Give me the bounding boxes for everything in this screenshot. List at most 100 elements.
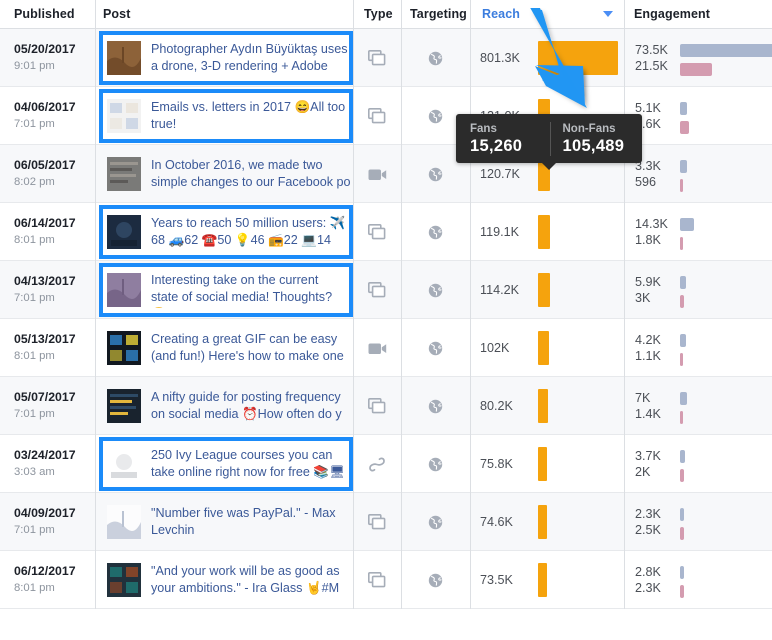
engagement-secondary-bar[interactable]	[680, 295, 684, 308]
engagement-cell[interactable]: 3.3K 596	[624, 145, 772, 203]
engagement-secondary-bar[interactable]	[680, 353, 683, 366]
reach-bar[interactable]	[538, 505, 547, 539]
column-header-type[interactable]: Type	[364, 0, 393, 28]
post-thumbnail[interactable]	[107, 273, 141, 307]
reach-bar[interactable]	[538, 447, 547, 481]
reach-bar[interactable]	[538, 41, 618, 75]
table-row[interactable]: 05/07/2017 7:01 pm A nifty guide for pos…	[0, 377, 772, 435]
reach-cell[interactable]: 73.5K	[470, 551, 624, 609]
post-message[interactable]: Photographer Aydın Büyüktaş uses a drone…	[151, 41, 349, 75]
engagement-secondary-bar[interactable]	[680, 585, 684, 598]
engagement-primary-bar[interactable]	[680, 508, 684, 521]
engagement-cell[interactable]: 2.3K 2.5K	[624, 493, 772, 551]
post-thumbnail[interactable]	[107, 99, 141, 133]
post-content[interactable]: In October 2016, we made two simple chan…	[99, 145, 353, 203]
reach-cell[interactable]: 114.2K	[470, 261, 624, 319]
engagement-secondary-bar[interactable]	[680, 469, 684, 482]
post-highlight-box[interactable]: Emails vs. letters in 2017 😄All too true…	[99, 89, 353, 143]
column-header-post[interactable]: Post	[103, 0, 131, 28]
post-message[interactable]: In October 2016, we made two simple chan…	[151, 157, 353, 191]
table-row[interactable]: 06/05/2017 8:02 pm In October 2016, we m…	[0, 145, 772, 203]
engagement-primary-bar[interactable]	[680, 160, 687, 173]
post-thumbnail[interactable]	[107, 41, 141, 75]
engagement-cell[interactable]: 7K 1.4K	[624, 377, 772, 435]
post-message[interactable]: Creating a great GIF can be easy (and fu…	[151, 331, 353, 365]
engagement-primary-bar[interactable]	[680, 276, 686, 289]
table-row[interactable]: 04/09/2017 7:01 pm "Number five was PayP…	[0, 493, 772, 551]
engagement-primary-bar[interactable]	[680, 218, 694, 231]
post-content[interactable]: Creating a great GIF can be easy (and fu…	[99, 319, 353, 377]
post-cell[interactable]: A nifty guide for posting frequency on s…	[99, 377, 353, 435]
post-content[interactable]: "Number five was PayPal." - Max Levchin	[99, 493, 353, 551]
engagement-cell[interactable]: 4.2K 1.1K	[624, 319, 772, 377]
table-row[interactable]: 04/06/2017 7:01 pm Emails vs. letters in…	[0, 87, 772, 145]
post-highlight-box[interactable]: Years to reach 50 million users: ✈️68 🚙6…	[99, 205, 353, 259]
table-row[interactable]: 06/14/2017 8:01 pm Years to reach 50 mil…	[0, 203, 772, 261]
engagement-primary-bar[interactable]	[680, 450, 685, 463]
engagement-primary-bar[interactable]	[680, 566, 684, 579]
engagement-secondary-bar[interactable]	[680, 63, 712, 76]
reach-cell[interactable]: 75.8K	[470, 435, 624, 493]
column-header-reach[interactable]: Reach	[482, 0, 520, 28]
post-message[interactable]: Interesting take on the current state of…	[151, 272, 349, 308]
engagement-primary-bar[interactable]	[680, 392, 687, 405]
engagement-secondary-bar[interactable]	[680, 121, 689, 134]
post-thumbnail[interactable]	[107, 215, 141, 249]
post-highlight-box[interactable]: Photographer Aydın Büyüktaş uses a drone…	[99, 31, 353, 85]
engagement-secondary-bar[interactable]	[680, 179, 683, 192]
engagement-secondary-bar[interactable]	[680, 527, 684, 540]
post-message[interactable]: Emails vs. letters in 2017 😄All too true…	[151, 99, 349, 133]
engagement-cell[interactable]: 14.3K 1.8K	[624, 203, 772, 261]
engagement-primary-bar[interactable]	[680, 334, 686, 347]
engagement-cell[interactable]: 3.7K 2K	[624, 435, 772, 493]
post-content[interactable]: "And your work will be as good as your a…	[99, 551, 353, 609]
engagement-cell[interactable]: 5.9K 3K	[624, 261, 772, 319]
post-cell[interactable]: In October 2016, we made two simple chan…	[99, 145, 353, 203]
reach-bar[interactable]	[538, 563, 547, 597]
reach-bar[interactable]	[538, 331, 549, 365]
table-row[interactable]: 06/12/2017 8:01 pm "And your work will b…	[0, 551, 772, 609]
table-row[interactable]: 03/24/2017 3:03 am 250 Ivy League course…	[0, 435, 772, 493]
engagement-primary-bar[interactable]	[680, 102, 687, 115]
post-message[interactable]: "And your work will be as good as your a…	[151, 563, 353, 597]
reach-bar[interactable]	[538, 273, 550, 307]
post-cell[interactable]: Creating a great GIF can be easy (and fu…	[99, 319, 353, 377]
post-cell[interactable]: Photographer Aydın Büyüktaş uses a drone…	[99, 29, 353, 87]
reach-cell[interactable]: 102K	[470, 319, 624, 377]
post-message[interactable]: 250 Ivy League courses you can take onli…	[151, 447, 349, 481]
post-message[interactable]: Years to reach 50 million users: ✈️68 🚙6…	[151, 215, 349, 249]
reach-bar[interactable]	[538, 215, 550, 249]
post-cell[interactable]: Years to reach 50 million users: ✈️68 🚙6…	[99, 203, 353, 261]
table-row[interactable]: 05/20/2017 9:01 pm Photographer Aydın Bü…	[0, 29, 772, 87]
reach-cell[interactable]: 74.6K	[470, 493, 624, 551]
column-header-targeting[interactable]: Targeting	[410, 0, 467, 28]
post-cell[interactable]: Interesting take on the current state of…	[99, 261, 353, 319]
table-row[interactable]: 05/13/2017 8:01 pm Creating a great GIF …	[0, 319, 772, 377]
post-message[interactable]: A nifty guide for posting frequency on s…	[151, 389, 353, 423]
post-cell[interactable]: 250 Ivy League courses you can take onli…	[99, 435, 353, 493]
post-cell[interactable]: Emails vs. letters in 2017 😄All too true…	[99, 87, 353, 145]
post-thumbnail[interactable]	[107, 447, 141, 481]
post-thumbnail[interactable]	[107, 563, 141, 597]
column-header-engagement[interactable]: Engagement	[634, 0, 710, 28]
post-thumbnail[interactable]	[107, 505, 141, 539]
post-cell[interactable]: "Number five was PayPal." - Max Levchin	[99, 493, 353, 551]
post-cell[interactable]: "And your work will be as good as your a…	[99, 551, 353, 609]
post-content[interactable]: A nifty guide for posting frequency on s…	[99, 377, 353, 435]
engagement-primary-bar[interactable]	[680, 44, 772, 57]
post-thumbnail[interactable]	[107, 389, 141, 423]
reach-cell[interactable]: 119.1K	[470, 203, 624, 261]
caret-down-icon[interactable]	[603, 11, 613, 17]
table-row[interactable]: 04/13/2017 7:01 pm Interesting take on t…	[0, 261, 772, 319]
post-thumbnail[interactable]	[107, 331, 141, 365]
engagement-cell[interactable]: 2.8K 2.3K	[624, 551, 772, 609]
column-header-published[interactable]: Published	[14, 0, 75, 28]
post-highlight-box[interactable]: 250 Ivy League courses you can take onli…	[99, 437, 353, 491]
engagement-cell[interactable]: 5.1K 9.6K	[624, 87, 772, 145]
post-thumbnail[interactable]	[107, 157, 141, 191]
reach-cell[interactable]: 80.2K	[470, 377, 624, 435]
engagement-secondary-bar[interactable]	[680, 411, 683, 424]
engagement-secondary-bar[interactable]	[680, 237, 683, 250]
post-message[interactable]: "Number five was PayPal." - Max Levchin	[151, 505, 353, 539]
engagement-cell[interactable]: 73.5K 21.5K	[624, 29, 772, 87]
